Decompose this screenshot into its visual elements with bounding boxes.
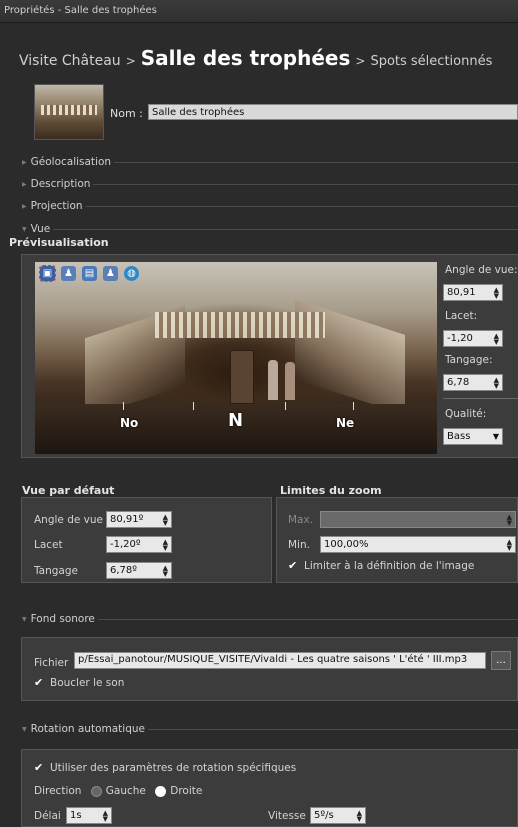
zoom-min-label: Min.	[288, 539, 310, 551]
preview-title: Prévisualisation	[9, 236, 109, 249]
preview-toolbar: ▣ ♟ ▤ ♟ ◍	[39, 265, 139, 282]
section-geolocalisation[interactable]: ▶ Géolocalisation	[22, 155, 518, 169]
default-lacet-spinbox[interactable]: -1,20º ▲ ▼	[106, 536, 172, 553]
preview-angle-spinbox[interactable]: 80,91 ▲ ▼	[443, 284, 503, 301]
checkmark-icon: ✔	[34, 761, 44, 774]
spin-arrows-icon[interactable]: ▲ ▼	[163, 538, 168, 551]
checkmark-icon: ✔	[288, 559, 298, 572]
section-vue[interactable]: ▼ Vue	[22, 222, 518, 236]
spin-arrows-icon[interactable]: ▲ ▼	[103, 809, 108, 822]
zoom-max-label: Max.	[288, 514, 314, 526]
spin-arrows-icon[interactable]: ▲ ▼	[494, 332, 499, 345]
vue-defaut-title: Vue par défaut	[22, 484, 115, 497]
panorama-thumbnail	[34, 84, 104, 140]
direction-group: Direction Gauche Droite	[34, 785, 203, 797]
spin-arrows-icon[interactable]: ▲ ▼	[357, 809, 362, 822]
default-tangage-spinbox[interactable]: 6,78º ▲ ▼	[106, 562, 172, 579]
fichier-label: Fichier	[34, 657, 69, 669]
fond-sonore-panel	[21, 637, 518, 701]
vitesse-label: Vitesse	[268, 810, 306, 822]
spin-arrows-icon[interactable]: ▲ ▼	[507, 538, 512, 551]
section-rotation[interactable]: ▼ Rotation automatique	[22, 722, 518, 736]
preview-qualite-label: Qualité:	[445, 408, 487, 420]
delai-spinbox[interactable]: 1s ▲ ▼	[66, 807, 112, 824]
chevron-down-icon: ▼	[492, 432, 499, 441]
collapse-arrow-icon: ▼	[22, 615, 27, 623]
delai-label: Délai	[34, 810, 61, 822]
default-angle-label: Angle de vue	[34, 514, 104, 526]
preview-tangage-spinbox[interactable]: 6,78 ▲ ▼	[443, 374, 503, 391]
nom-label: Nom :	[110, 107, 143, 120]
hotspot-icon[interactable]: ▣	[39, 265, 56, 282]
preview-angle-label: Angle de vue:	[445, 264, 518, 276]
collapse-arrow-icon: ▼	[22, 725, 27, 733]
spin-arrows-icon[interactable]: ▲ ▼	[163, 513, 168, 526]
radio-gauche[interactable]	[90, 785, 102, 797]
expand-arrow-icon: ▶	[22, 180, 27, 188]
breadcrumb-visite[interactable]: Visite Château	[19, 53, 121, 69]
fichier-input[interactable]: p/Essai_panotour/MUSIQUE_VISITE/Vivaldi …	[74, 652, 486, 669]
default-tangage-label: Tangage	[34, 565, 78, 577]
section-fond-sonore[interactable]: ▼ Fond sonore	[22, 612, 518, 626]
breadcrumb-separator: >	[355, 54, 366, 68]
spin-arrows-icon: ▲ ▼	[506, 512, 512, 527]
default-angle-spinbox[interactable]: 80,91º ▲ ▼	[106, 511, 172, 528]
nom-input[interactable]	[148, 104, 518, 120]
preview-qualite-select[interactable]: Bass ▼	[443, 428, 503, 445]
zoom-min-spinbox[interactable]: 100,00% ▲ ▼	[320, 536, 516, 553]
spin-arrows-icon[interactable]: ▲ ▼	[494, 286, 499, 299]
section-projection[interactable]: ▶ Projection	[22, 199, 518, 213]
checkmark-icon: ✔	[34, 676, 44, 689]
window-titlebar: Propriétés - Salle des trophées	[0, 0, 518, 23]
preview-tangage-label: Tangage:	[445, 354, 493, 366]
breadcrumb-current: Salle des trophées	[140, 46, 351, 70]
breadcrumb-spots[interactable]: Spots sélectionnés	[370, 54, 492, 69]
spin-arrows-icon[interactable]: ▲ ▼	[163, 564, 168, 577]
preview-lacet-label: Lacet:	[445, 310, 478, 322]
rotation-specific-checkbox[interactable]: ✔ Utiliser des paramètres de rotation spé…	[34, 762, 296, 774]
breadcrumb: Visite Château > Salle des trophées > Spots …	[19, 46, 492, 70]
globe-icon[interactable]: ◍	[124, 266, 139, 281]
spin-arrows-icon[interactable]: ▲ ▼	[494, 376, 499, 389]
compass-n: N	[228, 410, 244, 431]
zoom-limit-checkbox[interactable]: ✔ Limiter à la définition de l'image	[288, 560, 474, 572]
zoom-max-spinbox: ▲ ▼	[320, 511, 516, 528]
preview-lacet-spinbox[interactable]: -1,20 ▲ ▼	[443, 330, 503, 347]
compass-no: No	[120, 416, 139, 430]
compass-ne: Ne	[336, 416, 355, 430]
expand-arrow-icon: ▶	[22, 158, 27, 166]
zoom-title: Limites du zoom	[280, 484, 382, 497]
boucler-checkbox[interactable]: ✔ Boucler le son	[34, 677, 124, 689]
person2-icon[interactable]: ♟	[103, 266, 118, 281]
section-description[interactable]: ▶ Description	[22, 177, 518, 191]
radio-droite[interactable]	[155, 785, 167, 797]
direction-label: Direction	[34, 785, 82, 797]
default-lacet-label: Lacet	[34, 539, 63, 551]
image-icon[interactable]: ▤	[82, 266, 97, 281]
collapse-arrow-icon: ▼	[22, 225, 27, 233]
expand-arrow-icon: ▶	[22, 202, 27, 210]
breadcrumb-separator: >	[125, 54, 136, 68]
vitesse-spinbox[interactable]: 5º/s ▲ ▼	[310, 807, 366, 824]
person-icon[interactable]: ♟	[61, 266, 76, 281]
window-title: Propriétés - Salle des trophées	[4, 5, 157, 16]
browse-button[interactable]: ...	[491, 651, 511, 670]
